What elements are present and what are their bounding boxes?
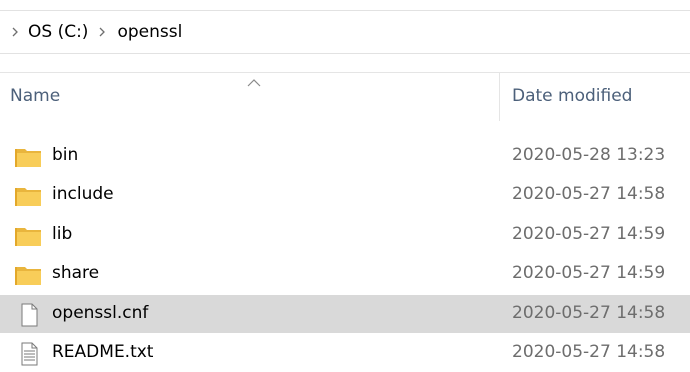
file-row-readme-txt[interactable]: README.txt 2020-05-27 14:58 [0, 334, 690, 372]
file-name: openssl.cnf [52, 303, 149, 323]
file-name: share [52, 263, 100, 283]
breadcrumb-item-drive[interactable]: OS (C:) [28, 22, 88, 42]
file-row-share[interactable]: share 2020-05-27 14:59 [0, 255, 690, 293]
column-divider[interactable] [499, 73, 500, 121]
file-date-modified: 2020-05-27 14:59 [512, 224, 666, 244]
sort-ascending-icon [247, 73, 261, 87]
file-date-modified: 2020-05-27 14:59 [512, 263, 666, 283]
file-row-openssl-cnf[interactable]: openssl.cnf 2020-05-27 14:58 [0, 295, 690, 333]
chevron-right-icon[interactable] [0, 26, 28, 38]
breadcrumb-item-folder[interactable]: openssl [117, 22, 182, 42]
file-row-lib[interactable]: lib 2020-05-27 14:59 [0, 216, 690, 254]
file-date-modified: 2020-05-27 14:58 [512, 184, 666, 204]
address-bar-border [0, 53, 690, 54]
column-header-name[interactable]: Name [10, 86, 60, 106]
folder-icon [14, 263, 42, 287]
file-date-modified: 2020-05-27 14:58 [512, 303, 666, 323]
text-file-icon [14, 342, 42, 366]
column-header-date-modified[interactable]: Date modified [512, 86, 632, 106]
file-date-modified: 2020-05-27 14:58 [512, 342, 666, 362]
file-row-bin[interactable]: bin 2020-05-28 13:23 [0, 137, 690, 175]
chevron-right-icon[interactable] [88, 26, 117, 38]
file-date-modified: 2020-05-28 13:23 [512, 145, 666, 165]
file-name: lib [52, 224, 73, 244]
file-name: README.txt [52, 342, 154, 362]
file-name: include [52, 184, 114, 204]
address-bar[interactable]: OS (C:) openssl [0, 11, 690, 53]
file-name: bin [52, 145, 79, 165]
folder-icon [14, 184, 42, 208]
folder-icon [14, 224, 42, 248]
file-icon [14, 303, 42, 327]
column-header-top-border [0, 72, 690, 73]
folder-icon [14, 145, 42, 169]
file-row-include[interactable]: include 2020-05-27 14:58 [0, 176, 690, 214]
